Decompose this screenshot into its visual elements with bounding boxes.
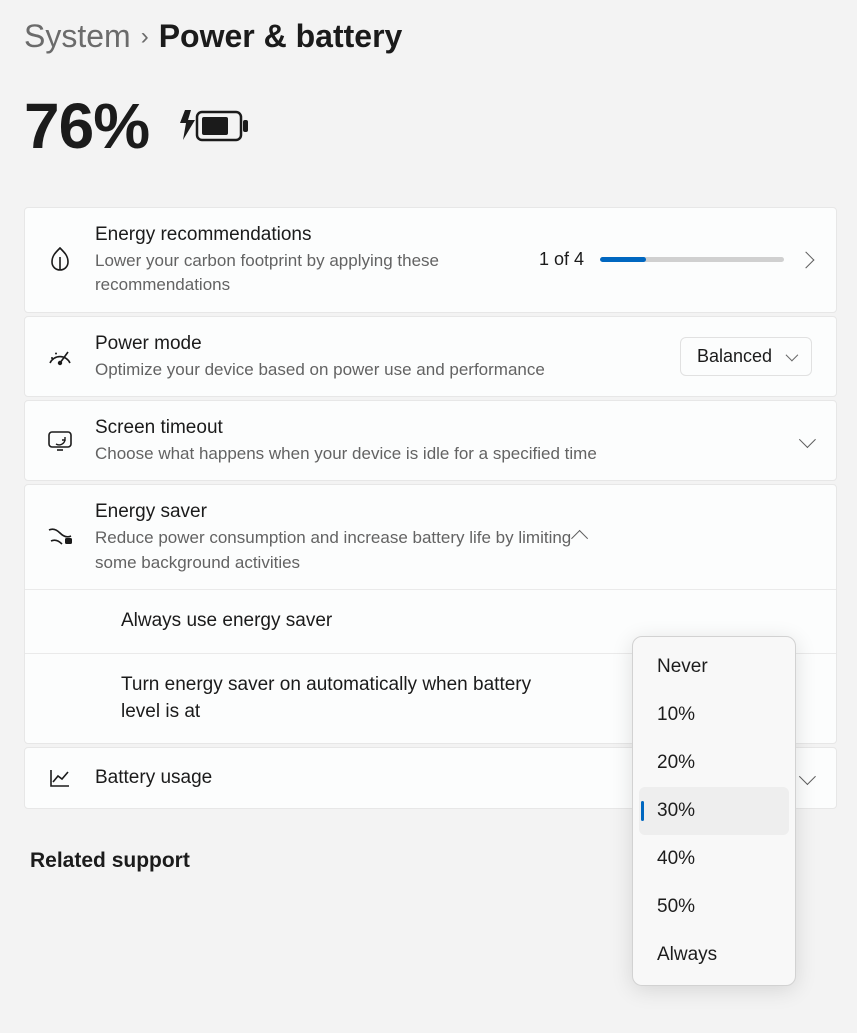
- auto-energy-saver-label: Turn energy saver on automatically when …: [121, 672, 561, 725]
- energy-recs-count: 1 of 4: [539, 249, 584, 270]
- energy-saver-option[interactable]: 20%: [639, 739, 789, 787]
- screen-timeout-card[interactable]: Screen timeout Choose what happens when …: [24, 400, 837, 481]
- chevron-down-icon: [786, 349, 799, 362]
- chart-icon: [47, 768, 73, 788]
- always-energy-saver-label: Always use energy saver: [121, 608, 812, 635]
- energy-saver-option[interactable]: 30%: [639, 787, 789, 835]
- energy-recs-subtitle: Lower your carbon footprint by applying …: [95, 249, 525, 298]
- screen-icon: [47, 431, 73, 451]
- screen-timeout-title: Screen timeout: [95, 415, 800, 441]
- breadcrumb: System › Power & battery: [24, 18, 837, 55]
- battery-percent: 76%: [24, 89, 149, 163]
- energy-recs-progress: [600, 257, 784, 262]
- energy-recs-title: Energy recommendations: [95, 222, 525, 248]
- battery-status: 76%: [24, 89, 837, 163]
- energy-saver-option[interactable]: Never: [639, 643, 789, 691]
- chevron-down-icon: [799, 431, 816, 448]
- energy-saver-subtitle: Reduce power consumption and increase ba…: [95, 526, 575, 575]
- breadcrumb-parent[interactable]: System: [24, 18, 131, 55]
- leaf-icon: [47, 247, 73, 273]
- power-mode-card: Power mode Optimize your device based on…: [24, 316, 837, 397]
- power-mode-title: Power mode: [95, 331, 680, 357]
- chevron-right-icon: [798, 251, 815, 268]
- energy-recommendations-card[interactable]: Energy recommendations Lower your carbon…: [24, 207, 837, 313]
- screen-timeout-subtitle: Choose what happens when your device is …: [95, 442, 800, 467]
- energy-saver-option[interactable]: 50%: [639, 883, 789, 931]
- energy-saver-title: Energy saver: [95, 499, 575, 525]
- energy-saver-option[interactable]: 10%: [639, 691, 789, 739]
- power-mode-selected: Balanced: [697, 346, 772, 367]
- energy-saver-icon: [47, 528, 73, 546]
- energy-saver-threshold-menu: Never10%20%30%40%50%Always: [632, 636, 796, 986]
- power-mode-select[interactable]: Balanced: [680, 337, 812, 376]
- chevron-down-icon: [799, 768, 816, 785]
- battery-charging-icon: [177, 106, 251, 146]
- energy-saver-header[interactable]: Energy saver Reduce power consumption an…: [25, 485, 836, 589]
- page-title: Power & battery: [159, 18, 403, 55]
- energy-saver-option[interactable]: Always: [639, 931, 789, 979]
- chevron-right-icon: ›: [141, 23, 149, 51]
- gauge-icon: [47, 347, 73, 367]
- energy-saver-option[interactable]: 40%: [639, 835, 789, 883]
- power-mode-subtitle: Optimize your device based on power use …: [95, 358, 680, 383]
